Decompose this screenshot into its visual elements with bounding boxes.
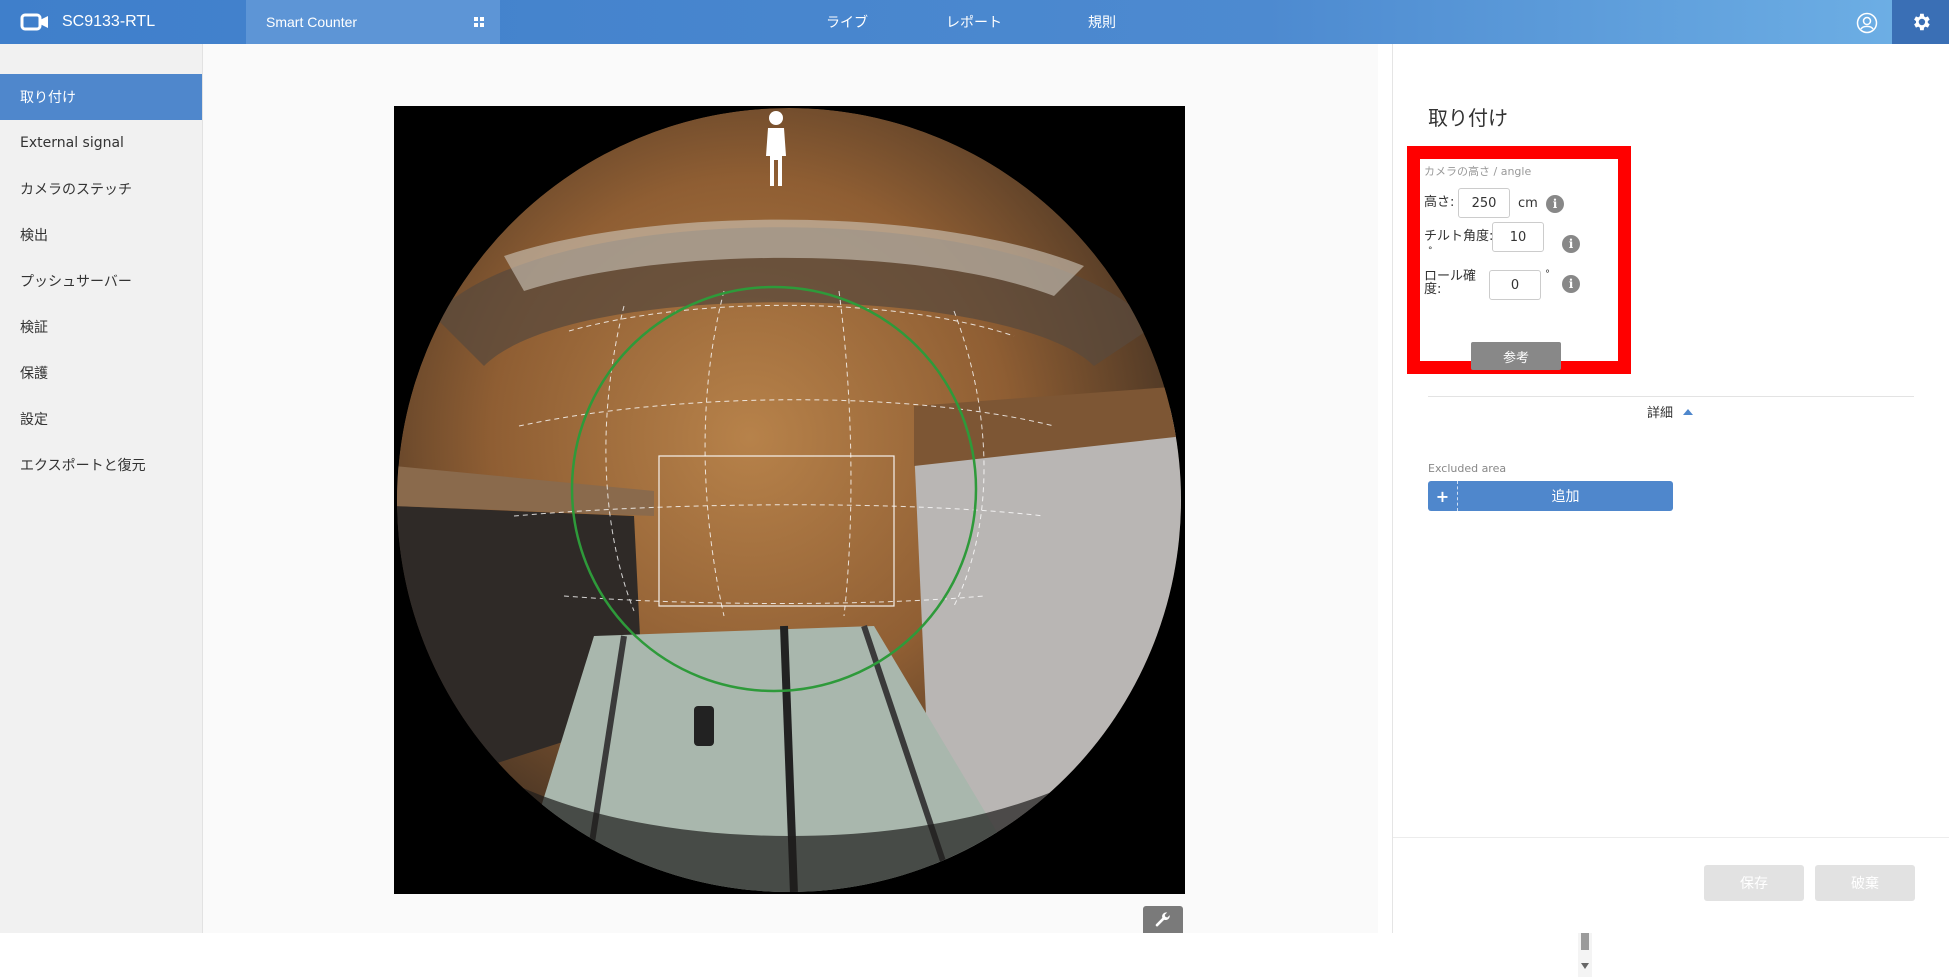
- height-label: 高さ:: [1424, 195, 1455, 210]
- settings-button[interactable]: [1892, 0, 1949, 44]
- nav-live[interactable]: ライブ: [826, 0, 868, 44]
- section-label: カメラの高さ / angle: [1424, 165, 1532, 178]
- nav-report[interactable]: レポート: [946, 0, 1002, 44]
- camera-view[interactable]: [394, 106, 1185, 894]
- divider: [1428, 396, 1914, 397]
- plus-icon: +: [1428, 481, 1458, 511]
- tilt-label: チルト角度:: [1424, 229, 1494, 244]
- add-excluded-area-button[interactable]: + 追加: [1428, 481, 1673, 511]
- roll-label-line2: 度:: [1424, 282, 1442, 297]
- sidebar-item-external-signal[interactable]: External signal: [0, 120, 202, 166]
- height-unit: cm: [1518, 196, 1538, 211]
- roll-info-icon[interactable]: i: [1562, 275, 1580, 293]
- fisheye-image: [394, 106, 1185, 894]
- sidebar: 取り付け External signal カメラのステッチ 検出 プッシュサーバ…: [0, 44, 203, 933]
- caret-up-icon: [1683, 408, 1694, 415]
- excluded-area-label: Excluded area: [1428, 462, 1507, 475]
- reference-button[interactable]: 参考: [1471, 342, 1561, 370]
- camera-height-angle-group: カメラの高さ / angle 高さ: cm i チルト角度: ° i ロール確 …: [1407, 146, 1631, 374]
- grid-icon[interactable]: [474, 17, 484, 27]
- sidebar-item-mounting[interactable]: 取り付け: [0, 74, 202, 120]
- tilt-angle-input[interactable]: [1492, 222, 1544, 252]
- sidebar-item-camera-stitching[interactable]: カメラのステッチ: [0, 166, 202, 212]
- sidebar-item-detection[interactable]: 検出: [0, 212, 202, 258]
- sidebar-item-settings[interactable]: 設定: [0, 396, 202, 442]
- details-label: 詳細: [1647, 406, 1674, 421]
- scroll-down-arrow-icon[interactable]: [1581, 963, 1589, 969]
- user-account-icon[interactable]: [1856, 12, 1878, 34]
- height-info-icon[interactable]: i: [1546, 195, 1564, 213]
- sidebar-item-export-restore[interactable]: エクスポートと復元: [0, 442, 202, 488]
- tilt-info-icon[interactable]: i: [1562, 235, 1580, 253]
- height-input[interactable]: [1458, 188, 1510, 218]
- sidebar-item-push-server[interactable]: プッシュサーバー: [0, 258, 202, 304]
- panel-title: 取り付け: [1428, 106, 1508, 130]
- app-switcher[interactable]: Smart Counter: [246, 0, 500, 44]
- save-button[interactable]: 保存: [1704, 865, 1804, 901]
- add-button-label: 追加: [1551, 489, 1580, 505]
- settings-panel: 取り付け カメラの高さ / angle 高さ: cm i チルト角度: ° i …: [1392, 44, 1949, 933]
- gear-icon: [1913, 13, 1930, 31]
- details-toggle[interactable]: 詳細: [1647, 402, 1694, 421]
- sidebar-item-protection[interactable]: 保護: [0, 350, 202, 396]
- brand: SC9133-RTL: [20, 0, 155, 44]
- top-bar: SC9133-RTL Smart Counter ライブ レポート 規則: [0, 0, 1949, 44]
- tilt-unit: °: [1428, 246, 1433, 256]
- camera-model: SC9133-RTL: [62, 13, 156, 30]
- main-area: [203, 44, 1592, 977]
- vivotek-logo-icon: [20, 13, 48, 31]
- nav-rules[interactable]: 規則: [1088, 0, 1116, 44]
- footer-divider: [1393, 837, 1949, 838]
- sidebar-item-verification[interactable]: 検証: [0, 304, 202, 350]
- roll-angle-input[interactable]: [1489, 270, 1541, 300]
- app-name: Smart Counter: [266, 14, 358, 30]
- discard-button[interactable]: 破棄: [1815, 865, 1915, 901]
- tools-button[interactable]: [1143, 906, 1183, 933]
- roll-unit: °: [1545, 269, 1550, 280]
- wrench-icon: [1155, 911, 1170, 926]
